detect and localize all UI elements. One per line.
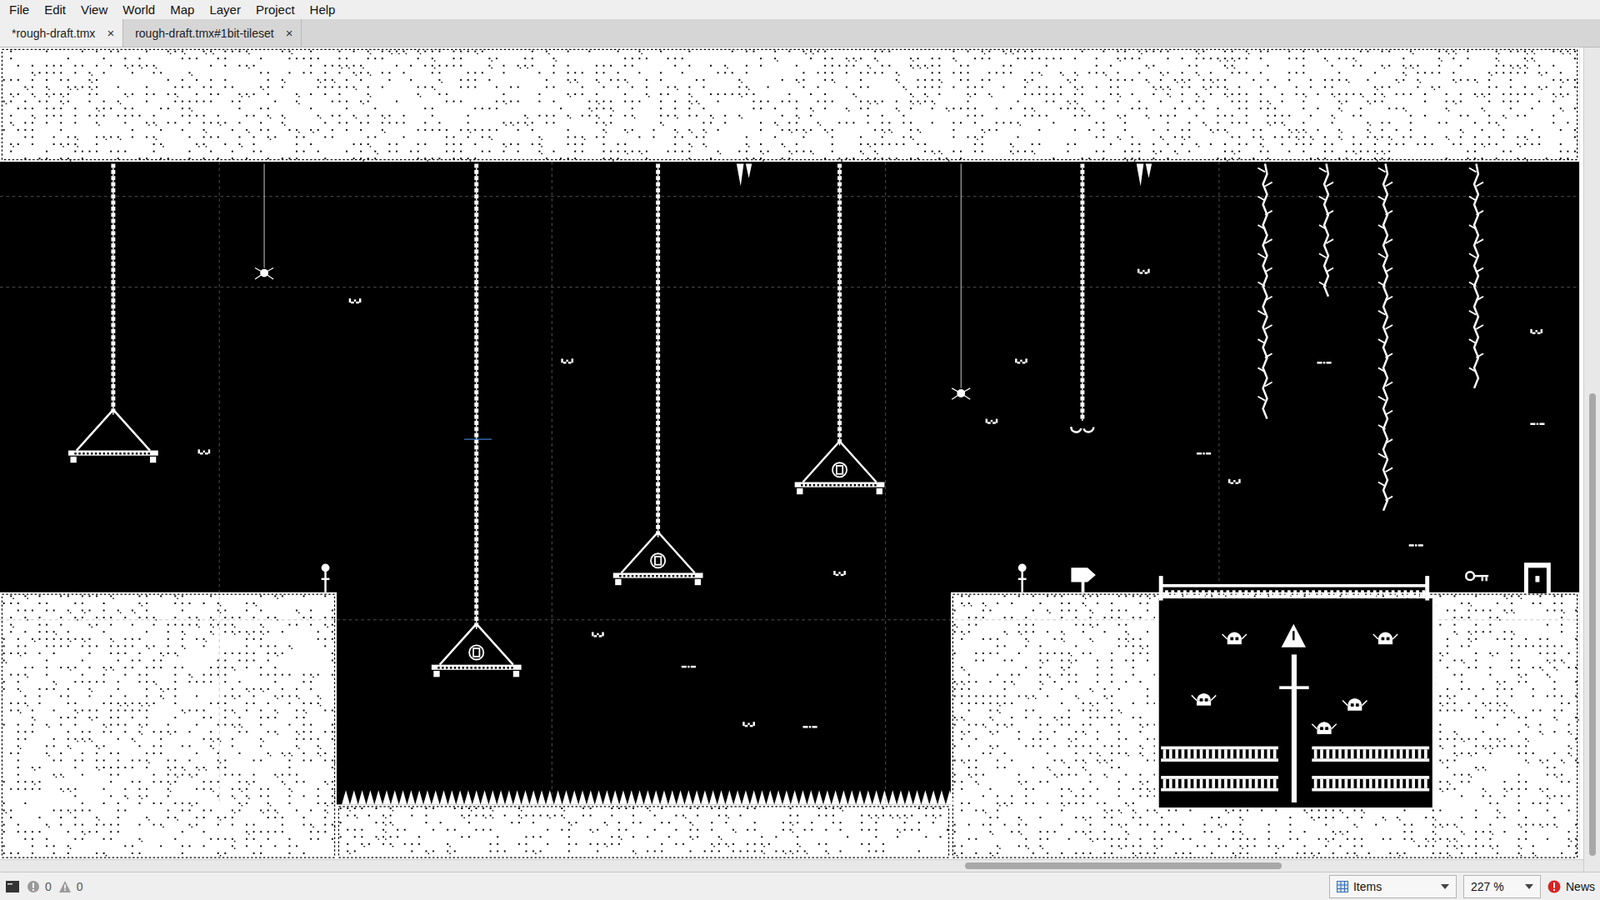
menu-item[interactable]: Layer [201,0,249,19]
status-bar: 00 Items227 % News [0,871,1600,900]
tab-bar: *rough-draft.tmx×rough-draft.tmx#1bit-ti… [0,19,1600,48]
warning-count[interactable]: 0 [58,880,84,894]
scroll-thumb[interactable] [1589,393,1596,856]
menu-item[interactable]: Project [248,0,303,19]
close-button[interactable]: × [106,25,115,40]
dropdown-icon [1440,884,1450,890]
map-area [0,47,1584,872]
menu-item[interactable]: Help [302,0,344,19]
layer-combo[interactable]: Items [1329,875,1457,899]
warning-icon [58,880,72,894]
menu-item[interactable]: Map [162,0,202,19]
tab-label: rough-draft.tmx#1bit-tileset [135,26,275,40]
news-button[interactable]: News [1547,880,1595,894]
menu-item[interactable]: World [115,0,163,19]
console-icon [5,880,20,894]
close-button[interactable]: × [285,25,294,40]
tab-label: *rough-draft.tmx [11,26,95,40]
vertical-scrollbar[interactable] [1583,47,1600,872]
menu-bar: FileEditViewWorldMapLayerProjectHelp [0,0,1600,20]
layer-icon [1336,880,1349,893]
document-tab[interactable]: *rough-draft.tmx × [0,19,124,47]
error-count[interactable]: 0 [26,880,52,894]
error-icon [26,880,40,894]
news-icon [1547,880,1561,894]
menu-item[interactable]: File [1,0,37,19]
map-view [0,47,1600,872]
map-canvas[interactable] [0,47,1584,860]
menu-item[interactable]: View [73,0,115,19]
zoom-combo[interactable]: 227 % [1463,875,1541,899]
scroll-thumb[interactable] [965,862,1282,870]
menu-item[interactable]: Edit [36,0,74,19]
document-tab[interactable]: rough-draft.tmx#1bit-tileset × [123,19,302,47]
dropdown-icon [1525,884,1534,890]
horizontal-scrollbar[interactable] [0,859,1584,872]
